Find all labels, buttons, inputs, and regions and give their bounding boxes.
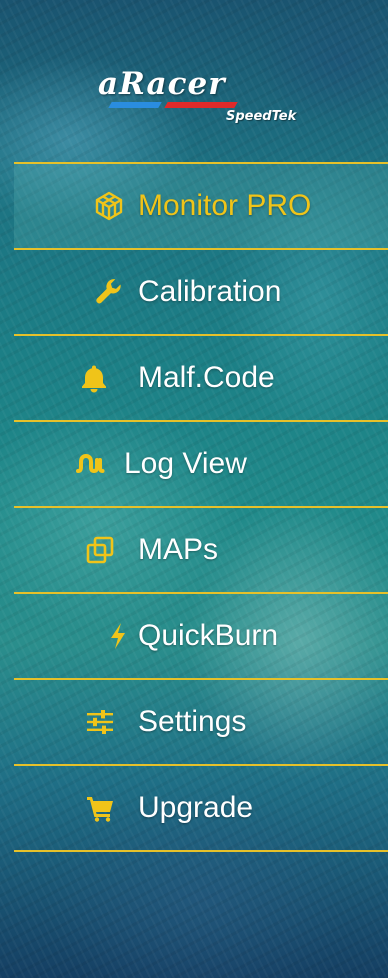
logo-stripes (108, 102, 241, 108)
menu-item-label: MAPs (138, 533, 219, 566)
menu-item-log-view[interactable]: Log View (14, 422, 388, 508)
menu-item-settings[interactable]: Settings (14, 680, 388, 766)
menu-item-malf-code[interactable]: Malf.Code (14, 336, 388, 422)
logo-stripe-blue (108, 102, 162, 108)
menu-item-label: Calibration (138, 275, 282, 308)
wrench-icon (94, 277, 124, 307)
menu-item-monitor-pro[interactable]: Monitor PRO (14, 164, 388, 250)
menu-item-maps[interactable]: MAPs (14, 508, 388, 594)
bolt-icon (103, 621, 133, 651)
logo-brand: aRacer (98, 66, 226, 102)
app-logo: aRacer SpeedTek (0, 66, 388, 136)
menu-item-label: Settings (138, 705, 247, 738)
sliders-icon (85, 707, 115, 737)
menu-item-label: QuickBurn (138, 619, 279, 652)
bell-icon (79, 363, 109, 393)
logo-stripe-red (164, 102, 238, 108)
menu-item-label: Log View (124, 447, 247, 480)
copy-icon (85, 535, 115, 565)
cube-icon (94, 191, 124, 221)
menu-item-label: Upgrade (138, 791, 254, 824)
side-menu-screen: aRacer SpeedTek Monitor PRO Calibration … (0, 0, 388, 978)
cart-icon (85, 793, 115, 823)
main-menu: Monitor PRO Calibration Malf.Code Log Vi… (14, 162, 388, 852)
menu-item-upgrade[interactable]: Upgrade (14, 766, 388, 852)
menu-item-calibration[interactable]: Calibration (14, 250, 388, 336)
menu-item-quickburn[interactable]: QuickBurn (14, 594, 388, 680)
menu-item-label: Monitor PRO (138, 189, 312, 222)
wave-icon (75, 449, 105, 479)
logo-subtitle: SpeedTek (226, 109, 297, 124)
menu-item-label: Malf.Code (138, 361, 275, 394)
